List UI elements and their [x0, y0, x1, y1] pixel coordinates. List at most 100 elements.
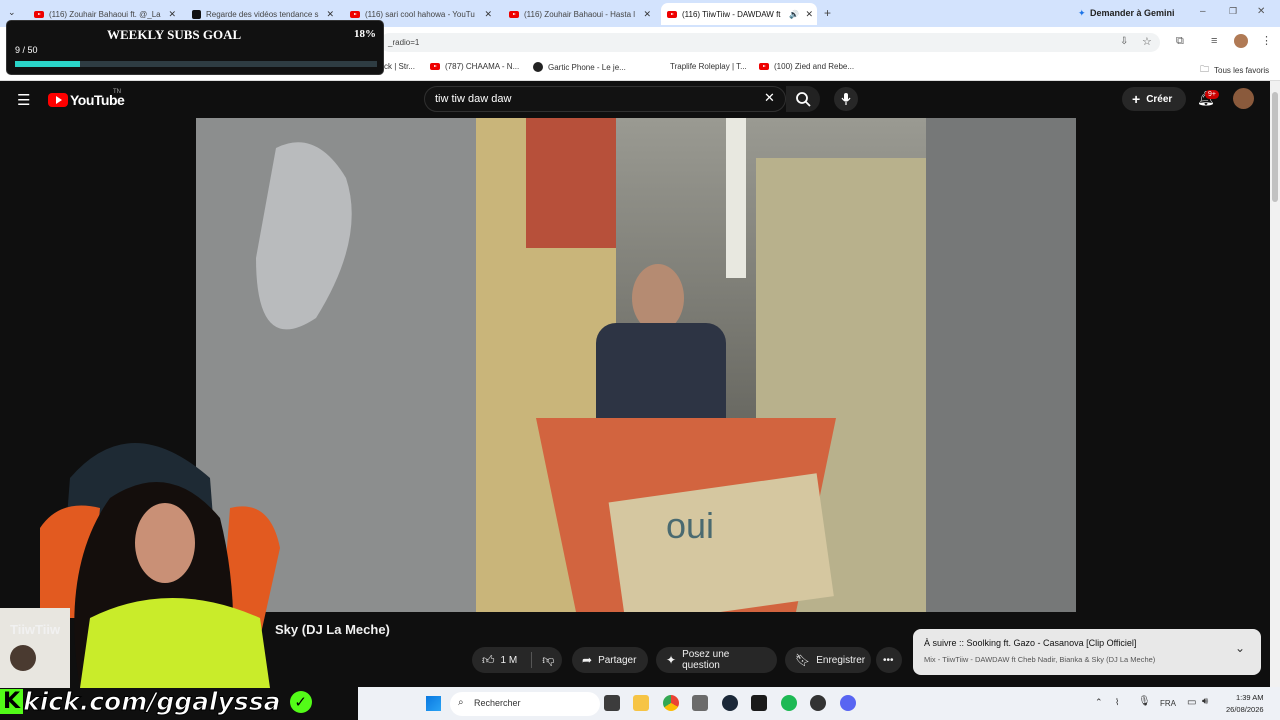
close-icon[interactable]: ✕ [484, 9, 492, 20]
verified-check-icon: ✓ [289, 690, 312, 713]
obs-icon[interactable] [810, 695, 826, 711]
search-button[interactable] [786, 86, 820, 112]
media-controls-icon[interactable]: ≡ [1211, 35, 1217, 47]
clock-time[interactable]: 1:39 AM [1236, 693, 1264, 702]
folder-icon: 🗀 [1200, 64, 1210, 74]
user-avatar[interactable] [1233, 88, 1254, 109]
input-language[interactable]: FRA [1160, 699, 1176, 708]
tab-list-icon[interactable]: ⌄ [8, 7, 16, 18]
up-next-title: À suivre :: Soolking ft. Gazo - Casanova… [924, 638, 1137, 648]
search-input[interactable]: tiw tiw daw daw [424, 86, 786, 112]
plus-icon: + [1132, 91, 1141, 107]
video-title-right: Sky (DJ La Meche) [275, 622, 390, 637]
network-icon[interactable]: ⌇ [1115, 697, 1119, 708]
minimize-icon[interactable]: – [1200, 6, 1206, 17]
close-icon[interactable]: ✕ [643, 9, 651, 20]
gemini-button[interactable]: Demander à Gemini [1090, 8, 1175, 18]
maximize-icon[interactable]: ❐ [1229, 6, 1237, 17]
youtube-icon [350, 10, 360, 18]
tiktok-icon [192, 9, 201, 19]
tab-label: (116) Zouhair Bahaoui ft. @_La [49, 9, 161, 19]
install-icon[interactable]: ⇩ [1120, 36, 1128, 47]
globe-icon [533, 62, 543, 72]
tab-label: (116) Zouhair Bahaoui - Hasta l [524, 9, 636, 19]
file-explorer-icon[interactable] [633, 695, 649, 711]
webcam-overlay [0, 418, 358, 688]
search-icon [796, 92, 811, 107]
close-window-icon[interactable]: ✕ [1257, 6, 1265, 17]
share-icon: ➦ [582, 653, 593, 667]
goal-title: WEEKLY SUBS GOAL [107, 27, 242, 42]
share-label: Partager [598, 654, 637, 666]
ask-question-button[interactable]: ✦ Posez une question [656, 647, 777, 673]
spotify-icon[interactable] [781, 695, 797, 711]
more-actions-button[interactable]: ••• [876, 647, 902, 673]
browser-tab-4[interactable]: (116) Zouhair Bahaoui - Hasta l ✕ [503, 3, 655, 25]
snipping-tool-icon[interactable] [692, 695, 708, 711]
close-icon[interactable]: ✕ [168, 9, 176, 20]
scrollbar-thumb[interactable] [1272, 92, 1278, 202]
thumbs-down-icon[interactable]: 👎︎ [542, 653, 554, 668]
voice-search-button[interactable] [834, 87, 858, 111]
task-view-icon[interactable] [604, 695, 620, 711]
tab-label: (116) TiiwTiiw - DAWDAW ft [682, 9, 781, 19]
tab-label: (116) sari cool hahowa - YouTu [365, 9, 475, 19]
steam-icon[interactable] [722, 695, 738, 711]
system-tray-chevron-icon[interactable]: ⌃ [1095, 697, 1103, 708]
video-title-left: TiiwTiiw [10, 622, 61, 637]
goal-progress-fill [15, 61, 81, 67]
kick-channel-overlay: Kkick.com/ggalyssa ✓ [0, 686, 312, 720]
goal-count: 9 / 50 [15, 45, 38, 55]
terminal-icon[interactable] [751, 695, 767, 711]
star-icon[interactable]: ☆ [1142, 35, 1152, 48]
windows-start-icon[interactable] [426, 696, 441, 711]
bookmark-item[interactable]: ck | Str... [384, 62, 415, 71]
up-next-card[interactable]: À suivre :: Soolking ft. Gazo - Casanova… [913, 629, 1261, 675]
profile-avatar[interactable] [1234, 34, 1248, 48]
clear-search-icon[interactable]: ✕ [764, 90, 775, 106]
browser-tab-active[interactable]: (116) TiiwTiiw - DAWDAW ft 🔊 ✕ [661, 3, 817, 25]
new-tab-icon[interactable]: + [824, 6, 831, 20]
bookmark-item[interactable]: Gartic Phone - Le je... [533, 62, 626, 72]
youtube-logo-icon[interactable] [48, 93, 68, 107]
bookmark-item[interactable]: (787) CHAAMA - N... [430, 62, 519, 71]
microphone-tray-icon[interactable]: 🎙︎ [1138, 696, 1151, 707]
close-icon[interactable]: ✕ [805, 9, 813, 20]
chevron-down-icon[interactable]: ⌄ [1235, 641, 1245, 655]
thumbs-up-icon: 👍︎ [482, 652, 495, 667]
create-label: Créer [1146, 93, 1173, 105]
bookmark-icon: 🔖︎ [795, 653, 811, 667]
url-text: _radio=1 [388, 38, 420, 47]
save-button[interactable]: 🔖︎ Enregistrer [785, 647, 871, 673]
sparkle-icon: ✦ [666, 653, 677, 667]
speaker-icon[interactable]: 🔊 [789, 10, 799, 19]
discord-icon[interactable] [840, 695, 856, 711]
all-bookmarks[interactable]: 🗀 Tous les favoris [1200, 62, 1269, 78]
kick-logo-icon: K [0, 689, 24, 714]
like-count: 1 M [500, 654, 518, 666]
notification-badge: 9+ [1205, 90, 1219, 99]
chrome-icon[interactable] [663, 695, 679, 711]
kick-url: kick.com/ggalyssa [23, 687, 281, 717]
volume-icon[interactable]: 🔊︎ [1202, 696, 1208, 707]
subs-goal-widget: WEEKLY SUBS GOAL 18% 9 / 50 [6, 20, 384, 75]
share-button[interactable]: ➦ Partager [572, 647, 648, 673]
tab-label: Regarde des vidéos tendance s [206, 9, 319, 19]
extensions-icon[interactable]: ⧉ [1176, 35, 1184, 48]
url-field[interactable]: _radio=1 [380, 33, 1160, 52]
up-next-subtitle: Mix - TiiwTiiw - DAWDAW ft Cheb Nadir, B… [924, 655, 1156, 664]
taskbar-search[interactable]: ⌕ Rechercher [450, 692, 600, 716]
display-icon[interactable]: ▭ [1187, 697, 1196, 708]
channel-avatar[interactable] [10, 645, 36, 671]
bookmark-item[interactable]: Traplife Roleplay | T... [658, 62, 747, 71]
hamburger-menu-icon[interactable]: ☰ [17, 91, 30, 109]
menu-icon[interactable]: ⋮ [1261, 34, 1272, 47]
close-icon[interactable]: ✕ [326, 9, 334, 20]
microphone-icon [841, 93, 851, 105]
save-label: Enregistrer [816, 654, 866, 666]
like-button[interactable]: 👍︎ 1 M 👎︎ [472, 647, 562, 673]
youtube-icon [759, 63, 769, 70]
bookmark-item[interactable]: (100) Zied and Rebe... [759, 62, 854, 71]
clock-date[interactable]: 26/08/2026 [1226, 705, 1264, 714]
create-button[interactable]: + Créer [1122, 87, 1186, 111]
